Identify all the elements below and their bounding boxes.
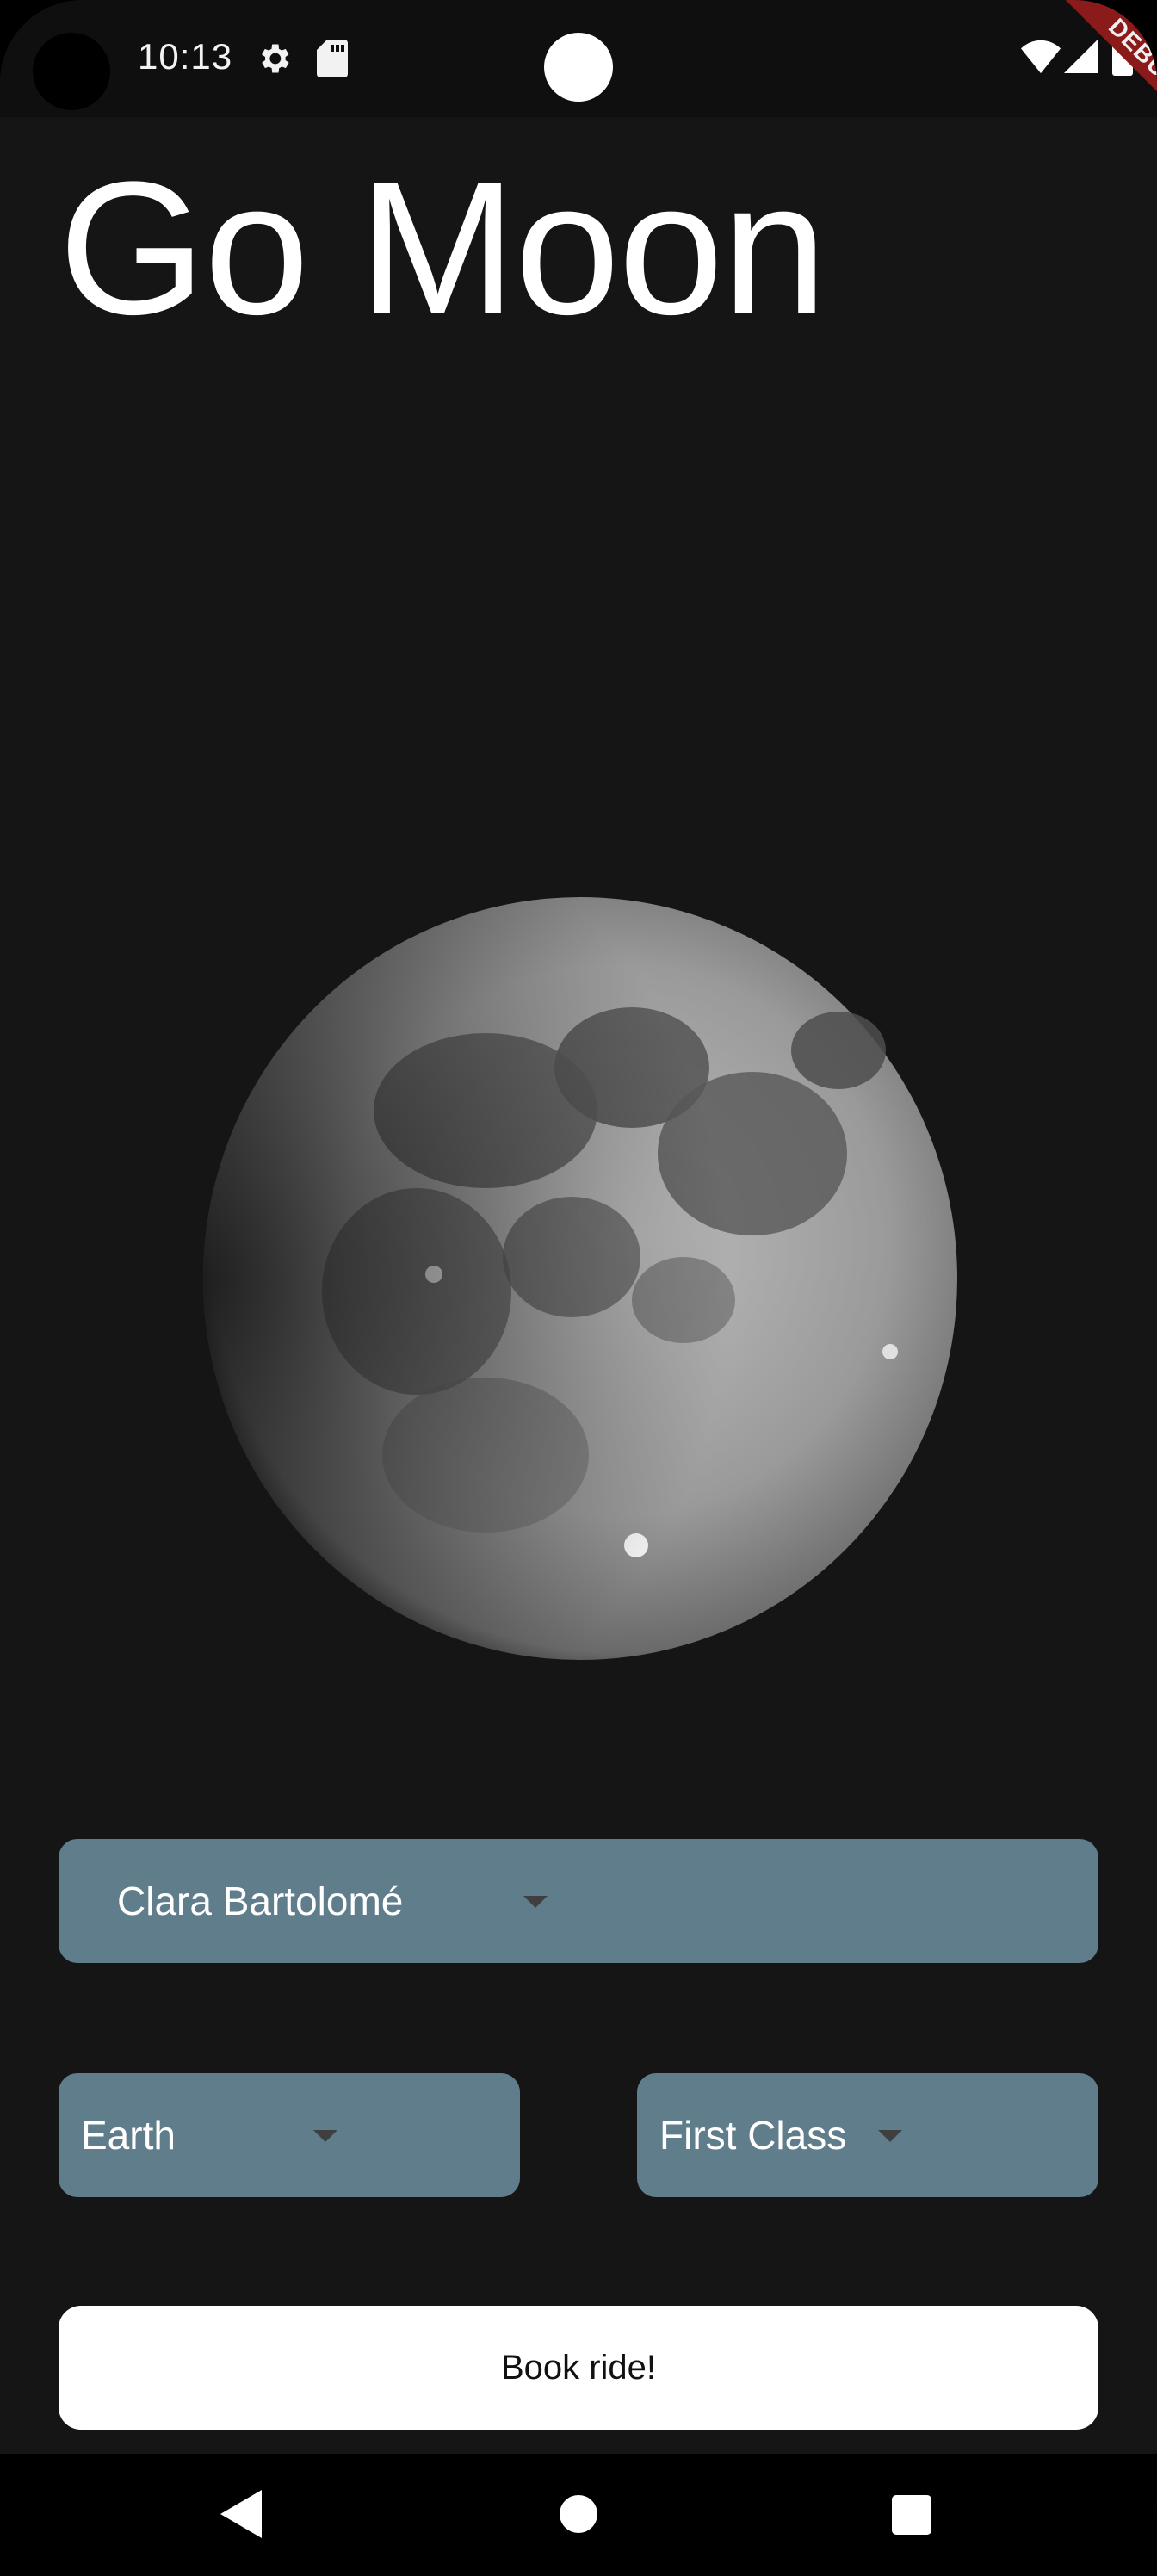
navigation-bar [0,2454,1157,2576]
sd-card-icon [317,40,348,77]
status-time: 10:13 [138,36,233,77]
chevron-down-icon [878,2130,902,2142]
back-icon[interactable] [220,2490,262,2538]
phone-screen: 10:13 DEBUG Go Moon Clara Bartolomé Eart… [0,0,1157,2576]
chevron-down-icon [523,1896,548,1908]
camera-cutout [33,33,110,110]
notification-dot [544,33,613,102]
book-ride-button[interactable]: Book ride! [59,2306,1098,2430]
status-bar: 10:13 [0,0,1157,117]
destination-select-value: Earth [81,2113,176,2158]
page-title: Go Moon [59,142,827,354]
user-select[interactable]: Clara Bartolomé [59,1839,1098,1963]
signal-icon [1064,39,1098,73]
home-icon[interactable] [560,2495,597,2533]
recents-icon[interactable] [892,2495,931,2535]
moon-image [203,897,957,1660]
gear-icon [262,44,289,73]
chevron-down-icon [313,2130,337,2142]
destination-select[interactable]: Earth [59,2073,520,2197]
class-select-value: First Class [659,2113,847,2158]
wifi-icon [1021,40,1061,74]
class-select[interactable]: First Class [637,2073,1098,2197]
user-select-value: Clara Bartolomé [117,1879,404,1923]
